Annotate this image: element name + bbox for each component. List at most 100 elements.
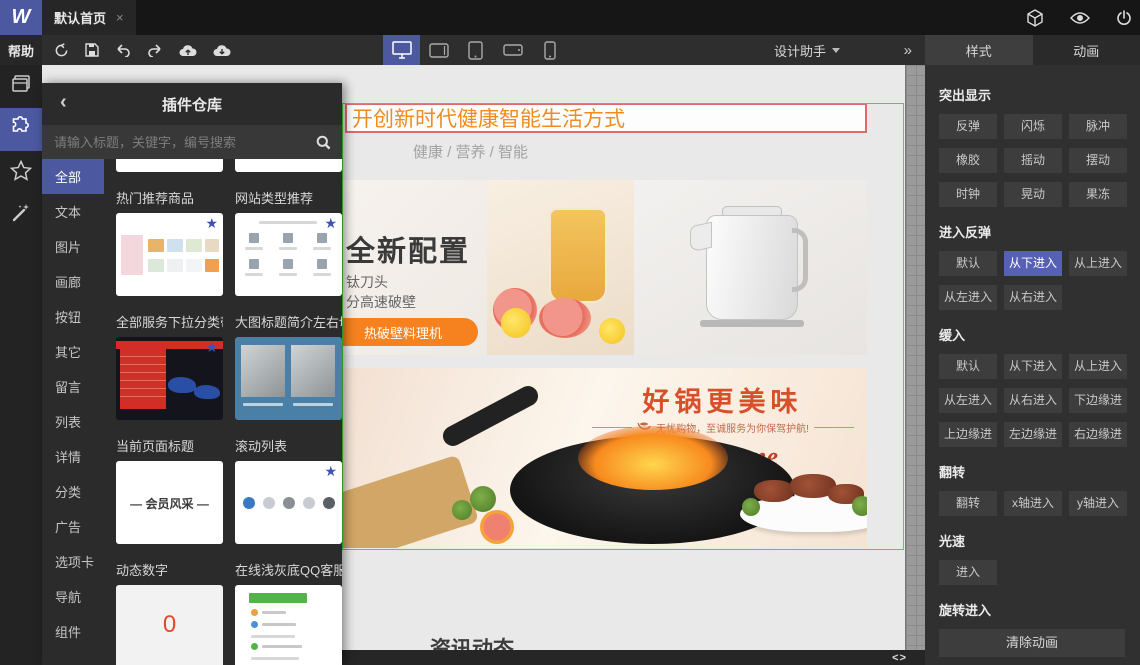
device-tablet-landscape-button[interactable] — [420, 35, 457, 65]
anim-button[interactable]: 摆动 — [1069, 148, 1127, 173]
plugin-card-page-title[interactable]: — 会员风采 — — [116, 461, 223, 544]
anim-button[interactable]: 脉冲 — [1069, 114, 1127, 139]
anim-button[interactable]: 摇动 — [1004, 148, 1062, 173]
save-icon[interactable] — [85, 43, 99, 57]
help-button[interactable]: 帮助 — [0, 35, 42, 65]
category-text[interactable]: 文本 — [42, 194, 104, 229]
device-phone-landscape-button[interactable] — [494, 35, 531, 65]
banner-blender[interactable]: 全新配置 钛刀头 分高速破壁 热破壁料理机 — [342, 180, 867, 355]
refresh-icon[interactable] — [54, 42, 69, 58]
banner-wok[interactable]: 好锅更美味 无忧购物，至诚服务为你保驾护航! Warm Home — [342, 368, 867, 548]
plugin-item-label: 大图标题简介左右切... — [235, 315, 342, 330]
grapefruit-graphic — [480, 510, 514, 544]
category-nav[interactable]: 导航 — [42, 579, 104, 614]
clear-animation-button[interactable]: 清除动画 — [939, 629, 1125, 657]
star-icon[interactable]: ★ — [324, 215, 337, 232]
category-other[interactable]: 其它 — [42, 334, 104, 369]
category-button[interactable]: 按钮 — [42, 299, 104, 334]
anim-button[interactable]: 下边缘进 — [1069, 388, 1127, 413]
star-icon[interactable]: ★ — [205, 215, 218, 232]
category-ad[interactable]: 广告 — [42, 509, 104, 544]
device-desktop-button[interactable] — [383, 35, 420, 65]
design-assistant-dropdown[interactable]: 设计助手 — [774, 35, 840, 65]
category-classify[interactable]: 分类 — [42, 474, 104, 509]
anim-button[interactable]: 果冻 — [1069, 182, 1127, 207]
anim-button[interactable]: 左边缘进 — [1004, 422, 1062, 447]
anim-button[interactable]: 右边缘进 — [1069, 422, 1127, 447]
anim-button[interactable]: 从右进入 — [1004, 285, 1062, 310]
star-icon[interactable]: ★ — [324, 463, 337, 480]
plugin-card-dropdown-menu[interactable]: ★ — [116, 337, 223, 420]
device-phone-portrait-button[interactable] — [531, 35, 568, 65]
plugin-card-dynamic-number[interactable]: 0 — [116, 585, 223, 665]
category-detail[interactable]: 详情 — [42, 439, 104, 474]
undo-icon[interactable] — [115, 43, 131, 57]
plugin-card-preview-text: — 会员风采 — — [130, 497, 209, 511]
panel-back-button[interactable]: ‹ — [60, 91, 67, 114]
power-icon[interactable] — [1116, 9, 1132, 26]
anim-button[interactable]: 翻转 — [939, 491, 997, 516]
page-tab-label: 默认首页 — [54, 11, 107, 26]
cloud-download-icon[interactable] — [213, 44, 231, 57]
plugin-card-hot-products[interactable]: ★ — [116, 213, 223, 296]
category-all[interactable]: 全部 — [42, 159, 104, 194]
anim-button[interactable]: 从上进入 — [1069, 354, 1127, 379]
device-tablet-portrait-button[interactable] — [457, 35, 494, 65]
anim-button[interactable]: y轴进入 — [1069, 491, 1127, 516]
anim-button[interactable]: 从上进入 — [1069, 251, 1127, 276]
anim-button[interactable]: 从左进入 — [939, 388, 997, 413]
anim-button[interactable]: 默认 — [939, 251, 997, 276]
tab-style[interactable]: 样式 — [925, 35, 1033, 65]
anim-button[interactable]: 从下进入 — [1004, 354, 1062, 379]
anim-button[interactable]: 进入 — [939, 560, 997, 585]
anim-button[interactable]: 上边缘进 — [939, 422, 997, 447]
banner-blender-button[interactable]: 热破壁料理机 — [342, 318, 478, 346]
cloud-upload-icon[interactable] — [179, 44, 197, 57]
sidebar-item-plugins[interactable] — [0, 108, 42, 151]
canvas-title-selected[interactable]: 开创新时代健康智能生活方式 — [345, 103, 867, 133]
app-logo[interactable]: W — [0, 0, 42, 35]
anim-button[interactable]: 默认 — [939, 354, 997, 379]
plugin-card-scroll-list[interactable]: ★ — [235, 461, 342, 544]
code-view-icon[interactable]: <> — [892, 652, 907, 664]
category-image[interactable]: 图片 — [42, 229, 104, 264]
canvas-subtitle[interactable]: 健康 / 营养 / 智能 — [413, 141, 528, 162]
anim-button[interactable]: 从左进入 — [939, 285, 997, 310]
star-icon[interactable]: ★ — [205, 339, 218, 356]
preview-eye-icon[interactable] — [1070, 11, 1090, 25]
tab-animation[interactable]: 动画 — [1033, 35, 1140, 65]
category-message[interactable]: 留言 — [42, 369, 104, 404]
category-tabs[interactable]: 选项卡 — [42, 544, 104, 579]
banner-blender-line1: 钛刀头 — [346, 274, 388, 290]
news-section-title[interactable]: 资讯动态 — [430, 633, 514, 650]
plugin-card-qq-service[interactable] — [235, 585, 342, 665]
3d-box-icon[interactable] — [1026, 8, 1044, 27]
sidebar-item-pages[interactable] — [0, 65, 42, 108]
page-tab[interactable]: 默认首页 × — [42, 0, 136, 35]
category-component[interactable]: 组件 — [42, 614, 104, 649]
plugin-card-big-image-switch[interactable] — [235, 337, 342, 420]
sidebar-item-favorites[interactable] — [0, 151, 42, 194]
anim-button[interactable]: 橡胶 — [939, 148, 997, 173]
anim-button-selected[interactable]: 从下进入 — [1004, 251, 1062, 276]
plugin-card[interactable] — [235, 159, 342, 172]
chevron-down-icon — [832, 47, 840, 53]
anim-button[interactable]: 从右进入 — [1004, 388, 1062, 413]
anim-button[interactable]: x轴进入 — [1004, 491, 1062, 516]
canvas-scrollbar[interactable] — [905, 65, 925, 650]
redo-icon[interactable] — [147, 43, 163, 57]
anim-button[interactable]: 时钟 — [939, 182, 997, 207]
plugin-card[interactable] — [116, 159, 223, 172]
plugin-card-site-types[interactable]: ★ — [235, 213, 342, 296]
sidebar-item-magic-wand[interactable] — [0, 194, 42, 237]
category-gallery[interactable]: 画廊 — [42, 264, 104, 299]
kettle-photo — [634, 180, 867, 355]
category-list[interactable]: 列表 — [42, 404, 104, 439]
collapse-toolbar-button[interactable]: » — [904, 35, 912, 65]
anim-button[interactable]: 反弹 — [939, 114, 997, 139]
tab-close-icon[interactable]: × — [116, 10, 124, 25]
plugin-search-input[interactable] — [42, 134, 304, 150]
anim-button[interactable]: 晃动 — [1004, 182, 1062, 207]
anim-button[interactable]: 闪烁 — [1004, 114, 1062, 139]
search-icon[interactable] — [304, 135, 342, 150]
